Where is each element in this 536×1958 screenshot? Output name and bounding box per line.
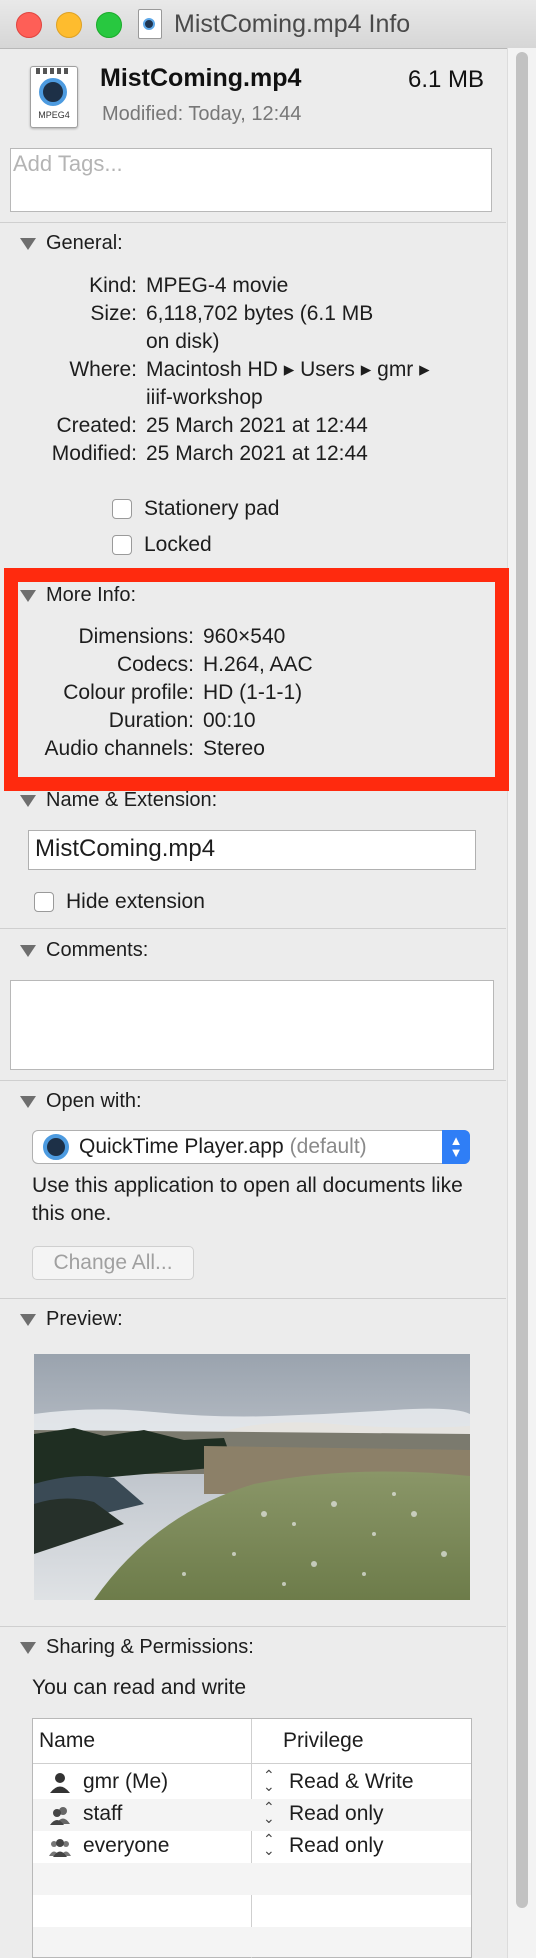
column-header-name[interactable]: Name <box>39 1729 95 1753</box>
column-header-privilege[interactable]: Privilege <box>283 1729 364 1753</box>
permission-status: You can read and write <box>32 1676 247 1699</box>
tags-field[interactable]: Add Tags... <box>10 148 492 212</box>
user-icon <box>50 1773 70 1793</box>
minimize-button[interactable] <box>56 12 82 38</box>
mpeg4-file-icon: MPEG4 <box>30 66 78 128</box>
everyone-icon <box>49 1839 71 1857</box>
section-comments-toggle[interactable]: Comments: <box>20 939 148 962</box>
up-down-arrows-icon[interactable]: ⌃ ⌄ <box>263 1768 275 1793</box>
divider <box>0 222 506 223</box>
permission-row[interactable]: everyone ⌃ ⌄ Read only <box>33 1831 471 1863</box>
empty-row <box>33 1895 471 1927</box>
locked-checkbox[interactable]: Locked <box>112 533 212 557</box>
section-sharing-toggle[interactable]: Sharing & Permissions: <box>20 1636 254 1659</box>
section-open-with-toggle[interactable]: Open with: <box>20 1090 142 1113</box>
divider <box>0 1080 506 1081</box>
window-title: MistComing.mp4 Info <box>174 9 411 38</box>
permissions-table-header: Name Privilege <box>33 1719 471 1764</box>
open-with-popup[interactable]: QuickTime Player.app (default) ▲ ▼ <box>32 1130 470 1164</box>
up-down-arrows-icon[interactable]: ⌃ ⌄ <box>263 1832 275 1857</box>
scrollbar-thumb[interactable] <box>516 52 528 1908</box>
divider <box>0 1298 506 1299</box>
divider <box>0 1626 506 1627</box>
disclosure-triangle-icon <box>20 237 36 250</box>
disclosure-triangle-icon <box>20 1095 36 1108</box>
info-window: MistComing.mp4 Info MPEG4 MistComing.mp4… <box>0 0 536 1958</box>
close-icon <box>17 13 41 37</box>
empty-row <box>33 1927 471 1957</box>
hide-extension-checkbox[interactable]: Hide extension <box>34 890 205 914</box>
disclosure-triangle-icon <box>20 794 36 807</box>
empty-row <box>33 1863 471 1895</box>
up-down-arrows-icon[interactable]: ⌃ ⌄ <box>263 1800 275 1825</box>
window-title-group: MistComing.mp4 Info <box>138 8 410 40</box>
file-modified: Modified: Today, 12:44 <box>102 103 302 125</box>
close-button[interactable] <box>16 12 42 38</box>
permission-row[interactable]: gmr (Me) ⌃ ⌄ Read & Write <box>33 1767 471 1799</box>
general-info: Kind: MPEG-4 movie Size: 6,118,702 bytes… <box>51 274 430 465</box>
title-bar: MistComing.mp4 Info <box>0 0 536 49</box>
disclosure-triangle-icon <box>20 944 36 957</box>
tags-placeholder: Add Tags... <box>13 151 123 176</box>
minimize-icon <box>57 13 81 37</box>
open-with-description: Use this application to open all documen… <box>32 1174 463 1225</box>
file-size: 6.1 MB <box>408 66 485 93</box>
section-name-extension-toggle[interactable]: Name & Extension: <box>20 789 217 812</box>
section-general-toggle[interactable]: General: <box>20 232 123 255</box>
zoom-icon <box>97 13 121 37</box>
divider <box>0 928 506 929</box>
permission-row[interactable]: staff ⌃ ⌄ Read only <box>33 1799 471 1831</box>
popup-arrows-icon: ▲ ▼ <box>442 1130 470 1164</box>
movie-file-icon <box>138 9 162 39</box>
disclosure-triangle-icon <box>20 1313 36 1326</box>
more-info-highlight-box <box>4 568 509 791</box>
change-all-button[interactable]: Change All... <box>32 1246 194 1280</box>
zoom-button[interactable] <box>96 12 122 38</box>
file-name: MistComing.mp4 <box>100 64 302 92</box>
disclosure-triangle-icon <box>20 1641 36 1654</box>
quicktime-icon <box>43 1134 69 1160</box>
group-icon <box>50 1807 70 1825</box>
file-name-field[interactable]: MistComing.mp4 <box>28 830 476 870</box>
stationery-pad-checkbox[interactable]: Stationery pad <box>112 497 279 521</box>
permissions-table: Name Privilege gmr (Me) ⌃ ⌄ Read & Write … <box>32 1718 472 1958</box>
comments-field[interactable] <box>10 980 494 1070</box>
section-preview-toggle[interactable]: Preview: <box>20 1308 123 1331</box>
video-preview-image <box>34 1354 470 1600</box>
landscape-preview <box>34 1354 470 1600</box>
